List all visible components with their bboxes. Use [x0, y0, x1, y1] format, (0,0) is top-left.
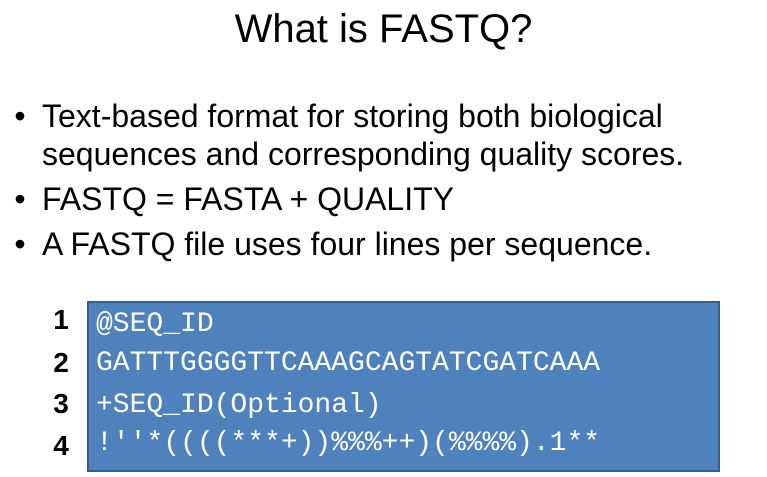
bullet-item-format: • Text-based format for storing both bio…: [10, 97, 767, 173]
bullet-text-line: Text-based format for storing both biolo…: [42, 98, 663, 134]
bullet-item-definition: • FASTQ = FASTA + QUALITY: [10, 180, 767, 218]
bullet-text-line: FASTQ = FASTA + QUALITY: [42, 181, 454, 217]
line-number-1: 1: [53, 304, 69, 335]
bullet-text-line: sequences and corresponding quality scor…: [42, 136, 685, 172]
line-number-3: 3: [53, 388, 69, 419]
bullet-marker: •: [14, 181, 26, 217]
line-number-2: 2: [53, 347, 69, 378]
line-number-4: 4: [53, 430, 69, 461]
bullet-item-four-lines: • A FASTQ file uses four lines per seque…: [10, 225, 767, 263]
bullet-list: • Text-based format for storing both bio…: [10, 97, 767, 270]
slide-title: What is FASTQ?: [234, 7, 533, 51]
bullet-text-line: A FASTQ file uses four lines per sequenc…: [42, 226, 653, 262]
fastq-plus-line: +SEQ_ID(Optional): [96, 390, 382, 421]
fastq-sequence-id-line: @SEQ_ID: [96, 309, 214, 340]
bullet-marker: •: [14, 98, 26, 134]
fastq-sequence-line: GATTTGGGGTTCAAAGCAGTATCGATCAAA: [96, 348, 601, 379]
bullet-marker: •: [14, 226, 26, 262]
fastq-quality-line: !''*((((***+))%%%++)(%%%%).1**: [96, 428, 601, 459]
